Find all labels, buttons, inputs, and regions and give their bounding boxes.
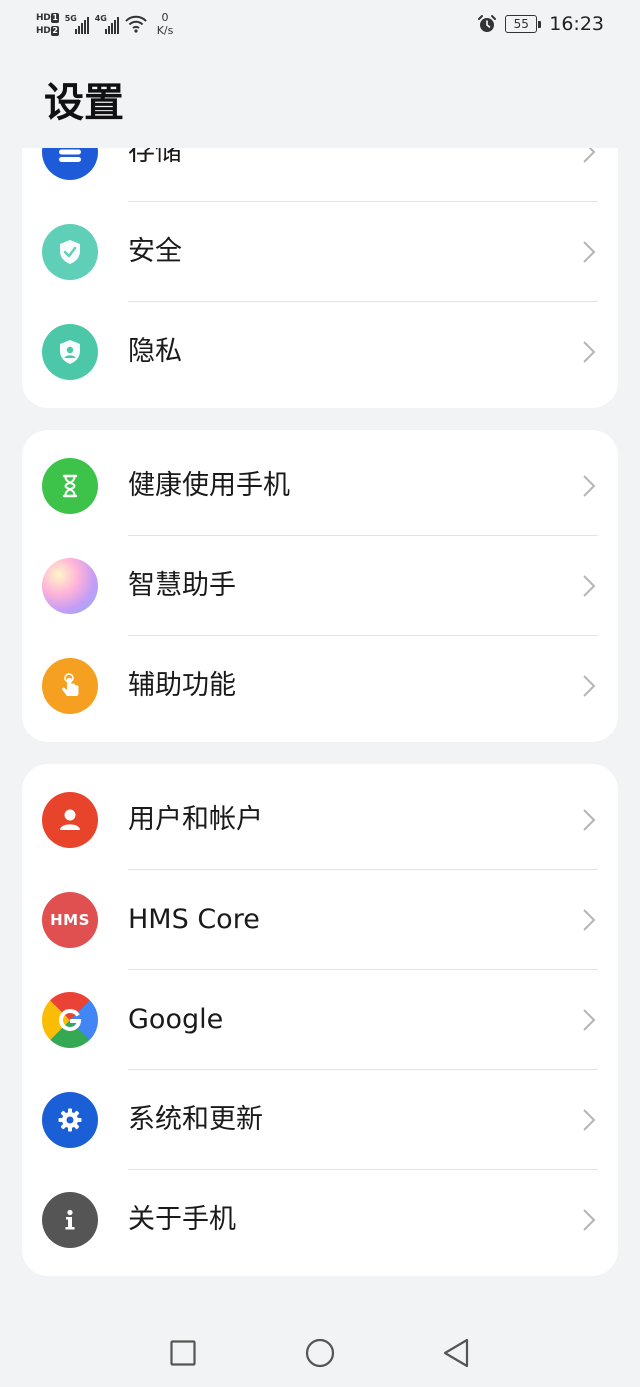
chevron-right-icon bbox=[583, 241, 596, 263]
setting-label: 智慧助手 bbox=[128, 570, 236, 601]
chevron-right-icon bbox=[583, 809, 596, 831]
clock: 16:23 bbox=[549, 13, 604, 35]
setting-item-about-phone[interactable]: 关于手机 bbox=[22, 1170, 618, 1270]
battery-level: 55 bbox=[505, 15, 538, 33]
setting-item-hms-core[interactable]: HMS HMS Core bbox=[22, 870, 618, 970]
home-button[interactable] bbox=[305, 1338, 335, 1368]
back-button[interactable] bbox=[442, 1338, 470, 1368]
chevron-right-icon bbox=[583, 675, 596, 697]
google-icon bbox=[42, 992, 98, 1048]
hourglass-icon bbox=[42, 458, 98, 514]
hms-icon: HMS bbox=[42, 892, 98, 948]
settings-group-device: 存储 安全 隐私 bbox=[22, 148, 618, 408]
gear-icon bbox=[42, 1092, 98, 1148]
signal-icon: 5G bbox=[65, 14, 89, 34]
setting-label: 用户和帐户 bbox=[128, 804, 263, 835]
setting-label: 安全 bbox=[128, 236, 182, 267]
settings-list[interactable]: 存储 安全 隐私 健康使用手机 智慧助手 辅助功能 用户和帐户 HMS HMS … bbox=[0, 148, 640, 1318]
setting-label: 关于手机 bbox=[128, 1204, 236, 1235]
setting-label: 辅助功能 bbox=[128, 670, 236, 701]
chevron-right-icon bbox=[583, 575, 596, 597]
setting-label: HMS Core bbox=[128, 904, 260, 935]
setting-label: 健康使用手机 bbox=[128, 470, 290, 501]
chevron-right-icon bbox=[583, 909, 596, 931]
hand-pointer-icon bbox=[42, 658, 98, 714]
network-speed: 0 K/s bbox=[156, 11, 174, 37]
setting-item-storage[interactable]: 存储 bbox=[22, 148, 618, 202]
user-icon bbox=[42, 792, 98, 848]
wifi-icon bbox=[124, 15, 147, 33]
battery-icon: 55 bbox=[505, 15, 542, 33]
setting-item-digital-balance[interactable]: 健康使用手机 bbox=[22, 436, 618, 536]
privacy-shield-icon bbox=[42, 324, 98, 380]
setting-item-security[interactable]: 安全 bbox=[22, 202, 618, 302]
alarm-icon bbox=[478, 15, 497, 32]
settings-group-wellbeing: 健康使用手机 智慧助手 辅助功能 bbox=[22, 430, 618, 742]
setting-label: Google bbox=[128, 1004, 224, 1035]
status-bar: HD 1 HD 2 5G 4G 0 K/s 55 16:23 bbox=[0, 0, 640, 48]
info-icon bbox=[42, 1192, 98, 1248]
setting-item-users-accounts[interactable]: 用户和帐户 bbox=[22, 770, 618, 870]
chevron-right-icon bbox=[583, 1109, 596, 1131]
chevron-right-icon bbox=[583, 1009, 596, 1031]
setting-label: 隐私 bbox=[128, 336, 182, 367]
chevron-right-icon bbox=[583, 148, 596, 163]
setting-item-accessibility[interactable]: 辅助功能 bbox=[22, 636, 618, 736]
signal-icon-2: 4G bbox=[95, 14, 119, 34]
recents-button[interactable] bbox=[170, 1340, 196, 1366]
setting-item-system-update[interactable]: 系统和更新 bbox=[22, 1070, 618, 1170]
shield-check-icon bbox=[42, 224, 98, 280]
chevron-right-icon bbox=[583, 475, 596, 497]
chevron-right-icon bbox=[583, 341, 596, 363]
navigation-bar bbox=[0, 1318, 640, 1387]
assistant-orb-icon bbox=[42, 558, 98, 614]
setting-item-google[interactable]: Google bbox=[22, 970, 618, 1070]
setting-label: 系统和更新 bbox=[128, 1104, 263, 1135]
setting-item-privacy[interactable]: 隐私 bbox=[22, 302, 618, 402]
storage-icon bbox=[42, 148, 98, 180]
setting-label: 存储 bbox=[128, 148, 182, 167]
settings-group-system: 用户和帐户 HMS HMS Core Google 系统和更新 关于手机 bbox=[22, 764, 618, 1276]
hd-indicators: HD 1 HD 2 bbox=[36, 12, 59, 36]
setting-item-smart-assistant[interactable]: 智慧助手 bbox=[22, 536, 618, 636]
page-title: 设置 bbox=[44, 80, 124, 126]
chevron-right-icon bbox=[583, 1209, 596, 1231]
